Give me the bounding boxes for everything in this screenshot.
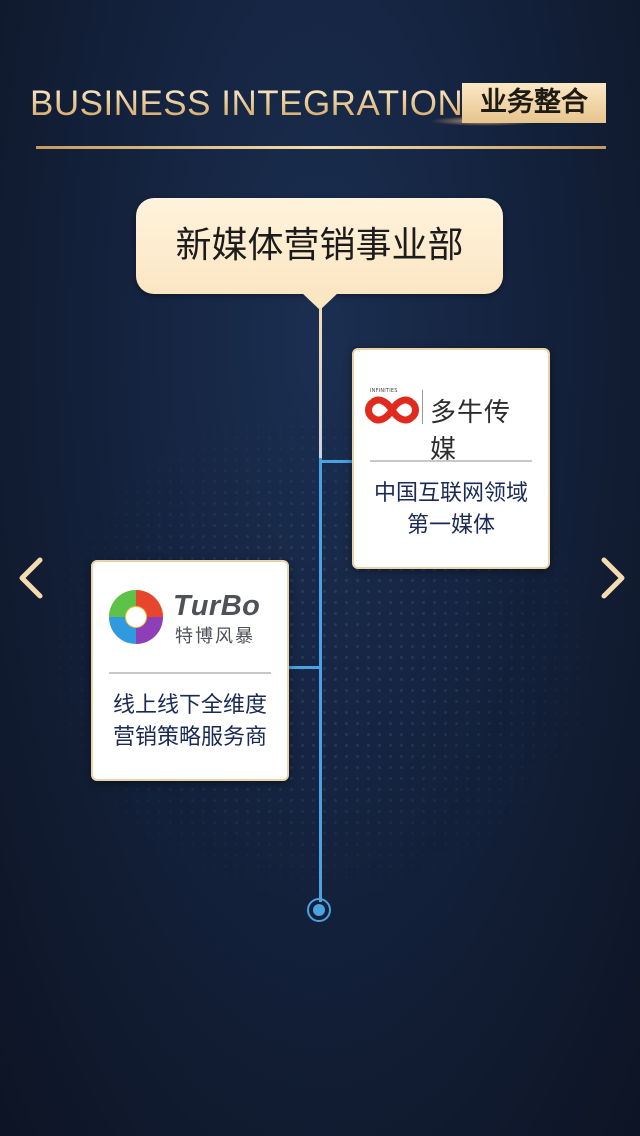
infinities-logo-name: 多牛传媒: [430, 398, 512, 465]
card-divider: [109, 672, 271, 674]
prev-button[interactable]: [12, 556, 52, 600]
infinity-icon: [365, 396, 419, 424]
chevron-right-icon: [601, 557, 625, 599]
card-description: 中国互联网领域 第一媒体: [354, 478, 548, 542]
infinities-logo: INFINITIES 多牛传媒: [364, 382, 534, 465]
infinities-logo-separator: [422, 390, 423, 424]
timeline-line: [319, 458, 322, 902]
card-description-line: 第一媒体: [406, 513, 495, 538]
header-divider: [36, 146, 606, 149]
company-card-turbo[interactable]: TurBo 特博风暴 线上线下全维度 营销策略服务商: [91, 560, 289, 781]
next-button[interactable]: [592, 556, 632, 600]
card-description-line: 中国互联网领域: [373, 481, 528, 506]
department-title-box: 新媒体营销事业部: [136, 198, 503, 294]
header-title-en: BUSINESS INTEGRATION: [30, 82, 463, 126]
turbo-swirl-icon: [109, 590, 163, 644]
company-card-infinities[interactable]: INFINITIES 多牛传媒 中国互联网领域 第一媒体: [352, 348, 550, 569]
turbo-logo-name-en: TurBo: [173, 590, 261, 622]
turbo-logo: TurBo 特博风暴: [107, 586, 277, 650]
chevron-left-icon: [19, 557, 43, 599]
card-description: 线上线下全维度 营销策略服务商: [93, 690, 287, 754]
header-title-cn-badge: 业务整合: [462, 83, 606, 123]
card-divider: [370, 460, 532, 462]
timeline-branch-right: [321, 460, 353, 463]
timeline-connector-top: [319, 308, 322, 458]
card-description-line: 营销策略服务商: [112, 725, 267, 750]
card-description-line: 线上线下全维度: [112, 693, 267, 718]
timeline-branch-left: [288, 666, 320, 669]
timeline-end-node: [307, 898, 331, 922]
turbo-logo-name-cn: 特博风暴: [175, 626, 255, 647]
